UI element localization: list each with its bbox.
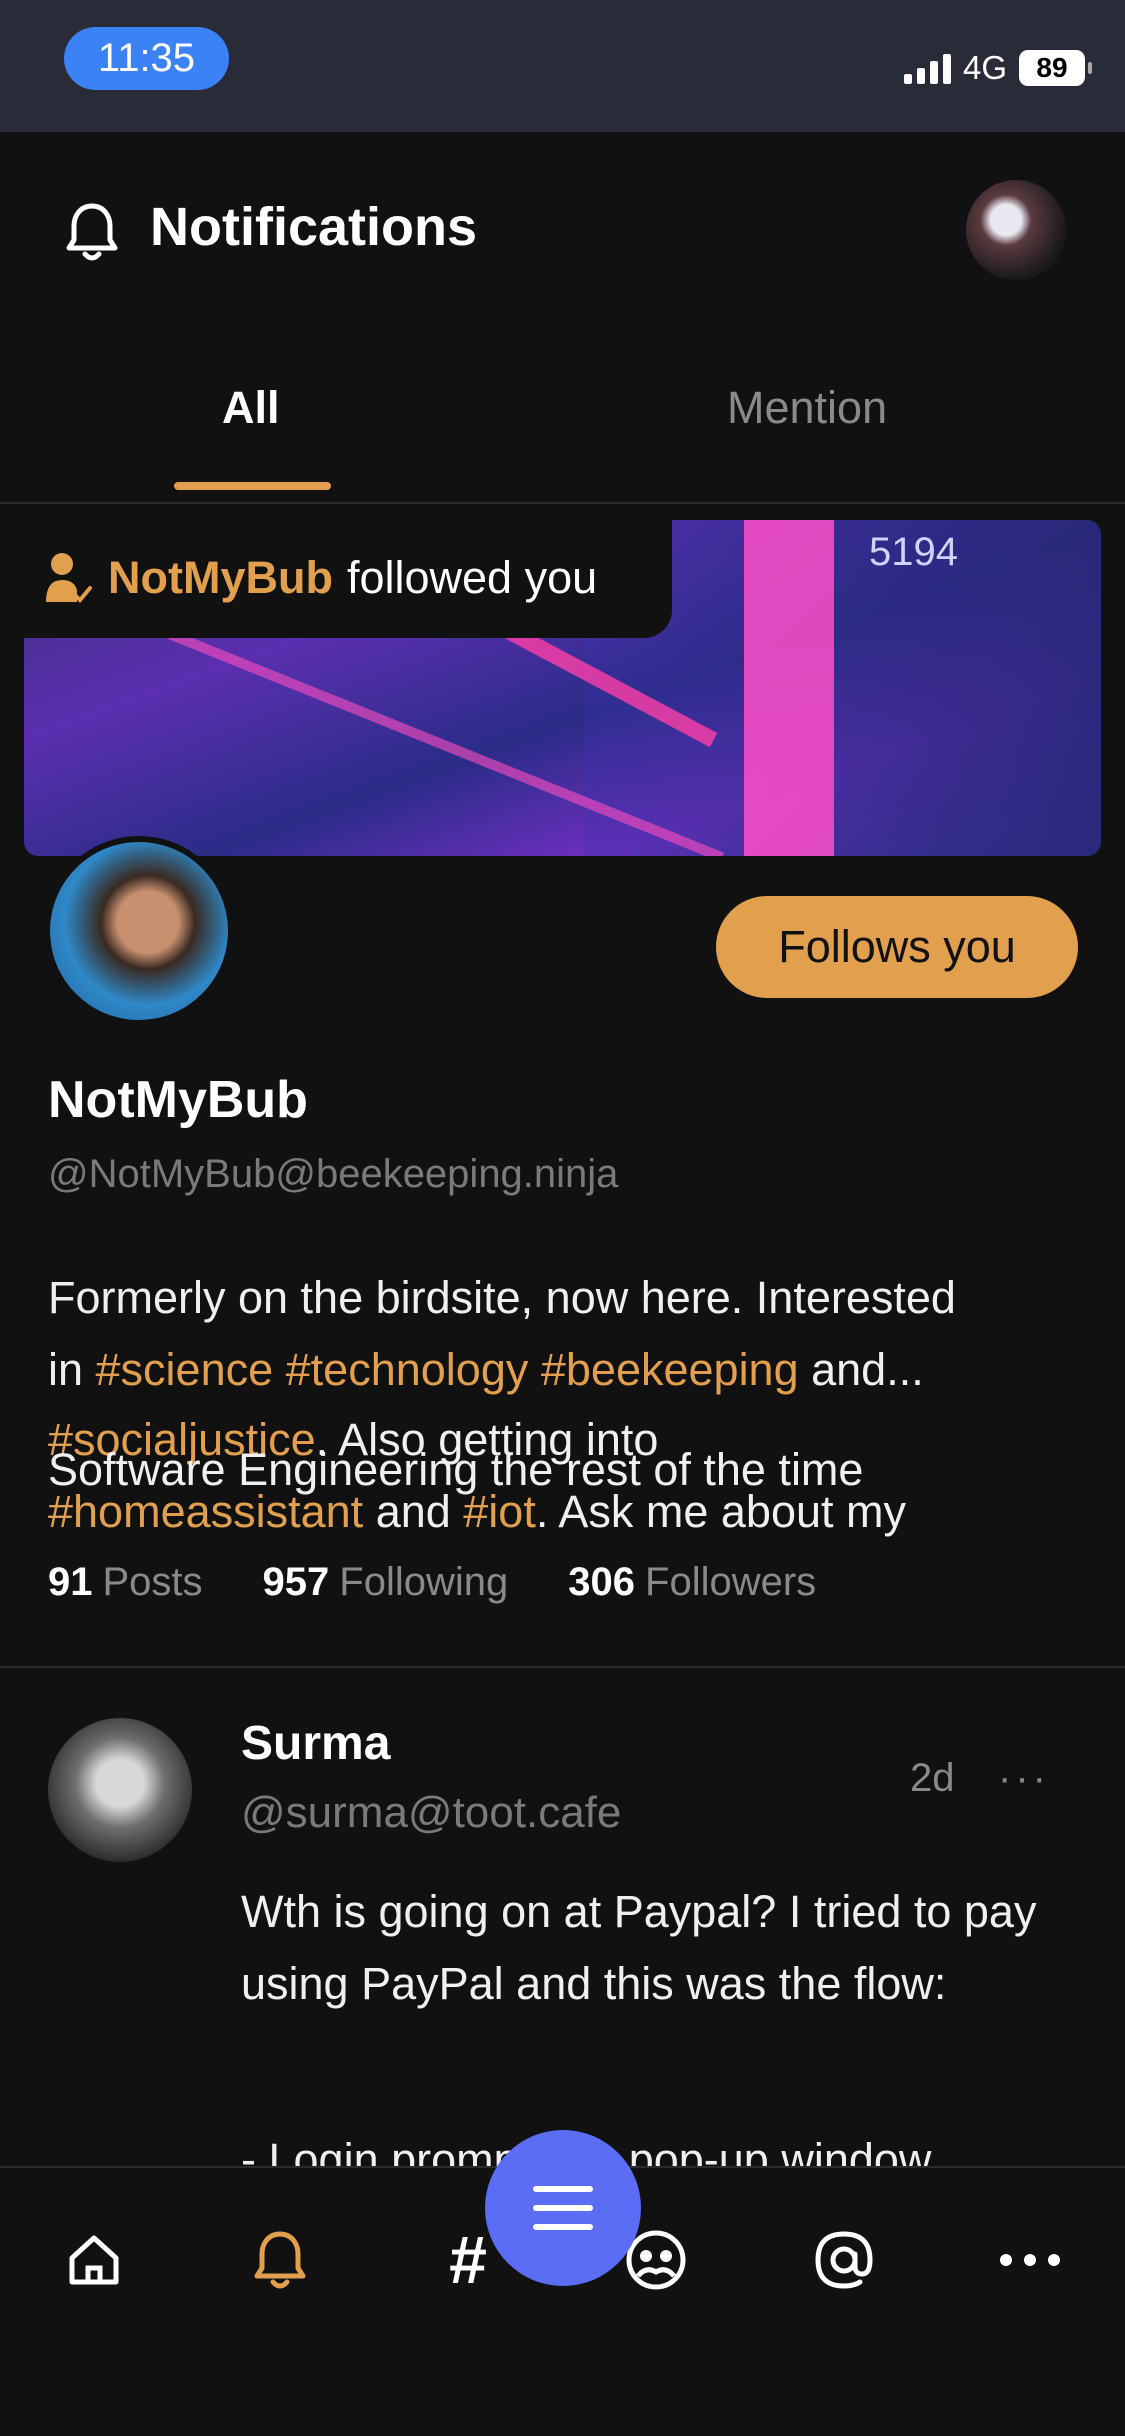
bio-text: and...: [798, 1344, 924, 1395]
profile-bio: Formerly on the birdsite, now here. Inte…: [48, 1262, 1068, 1406]
status-bar: 11:35 4G 89: [0, 0, 1125, 132]
profile-handle: @NotMyBub@beekeeping.ninja: [48, 1152, 619, 1196]
post-author-handle: @surma@toot.cafe: [241, 1788, 622, 1837]
bell-icon: [66, 203, 118, 261]
follower-name[interactable]: NotMyBub: [108, 552, 333, 604]
follow-action-text: followed you: [346, 552, 598, 603]
status-time: 11:35: [64, 27, 229, 90]
following-label: Following: [339, 1560, 509, 1604]
menu-icon: [533, 2186, 593, 2230]
hashtag-link[interactable]: #beekeeping: [541, 1344, 799, 1395]
nav-home[interactable]: [54, 2220, 134, 2300]
user-avatar[interactable]: [966, 180, 1066, 280]
follow-notification-label: NotMyBub followed you: [0, 518, 672, 638]
tab-mention[interactable]: Mention: [727, 382, 887, 434]
posts-stat[interactable]: 91 Posts: [48, 1560, 203, 1605]
hashtag-link[interactable]: #technology: [286, 1344, 529, 1395]
post-author-avatar[interactable]: [48, 1718, 192, 1862]
banner-number: 5194: [869, 530, 958, 574]
bell-icon: [254, 2231, 306, 2289]
followers-label: Followers: [645, 1560, 817, 1604]
notification-tabs: All Mention: [0, 322, 1125, 504]
network-label: 4G: [962, 49, 1007, 86]
nav-more[interactable]: [990, 2220, 1070, 2300]
bio-text: in: [48, 1344, 96, 1395]
banner-door: [744, 520, 834, 856]
profile-name[interactable]: NotMyBub: [48, 1070, 308, 1130]
posts-label: Posts: [102, 1560, 203, 1604]
follows-you-badge[interactable]: Follows you: [716, 896, 1078, 998]
page-title: Notifications: [150, 197, 478, 257]
follower-avatar-image: [50, 842, 228, 1020]
more-icon: [1000, 2254, 1060, 2266]
profile-stats: 91 Posts 957 Following 306 Followers: [48, 1560, 816, 1605]
nav-notifications[interactable]: [240, 2220, 320, 2300]
app-root: 11:35 4G 89 Notifications All Mention 51…: [0, 0, 1125, 2436]
nav-mentions[interactable]: [804, 2220, 884, 2300]
signal-icon: [903, 52, 951, 84]
home-icon: [69, 2235, 119, 2285]
person-follow-icon: [46, 553, 92, 603]
at-icon: [815, 2231, 873, 2289]
bio-line: in #science #technology #beekeeping and.…: [48, 1334, 1068, 1406]
following-count: 957: [262, 1560, 330, 1604]
followers-count: 306: [568, 1560, 636, 1604]
post-author-name[interactable]: Surma: [241, 1716, 390, 1771]
bio-line: Formerly on the birdsite, now here. Inte…: [48, 1272, 956, 1323]
divider: [0, 1666, 1125, 1668]
battery-icon: 89: [1019, 50, 1092, 86]
top-header: Notifications: [0, 132, 1125, 322]
post-timestamp: 2d: [910, 1756, 955, 1800]
posts-count: 91: [48, 1560, 93, 1604]
hashtag-link[interactable]: #science: [96, 1344, 274, 1395]
followers-stat[interactable]: 306 Followers: [568, 1560, 816, 1605]
tab-all[interactable]: All: [222, 382, 280, 434]
active-tab-indicator: [174, 482, 331, 490]
post-more-button[interactable]: ···: [998, 1756, 1050, 1801]
compose-fab-button[interactable]: [485, 2130, 641, 2286]
follower-avatar[interactable]: [44, 836, 234, 1026]
bio-overlapping-line: Software Engineering the rest of the tim…: [48, 1444, 864, 1495]
status-indicators: 4G 89: [903, 46, 1092, 90]
post-content[interactable]: Wth is going on at Paypal? I tried to pa…: [241, 1876, 1061, 2020]
following-stat[interactable]: 957 Following: [263, 1560, 509, 1605]
hashtag-icon: #: [449, 2222, 487, 2298]
